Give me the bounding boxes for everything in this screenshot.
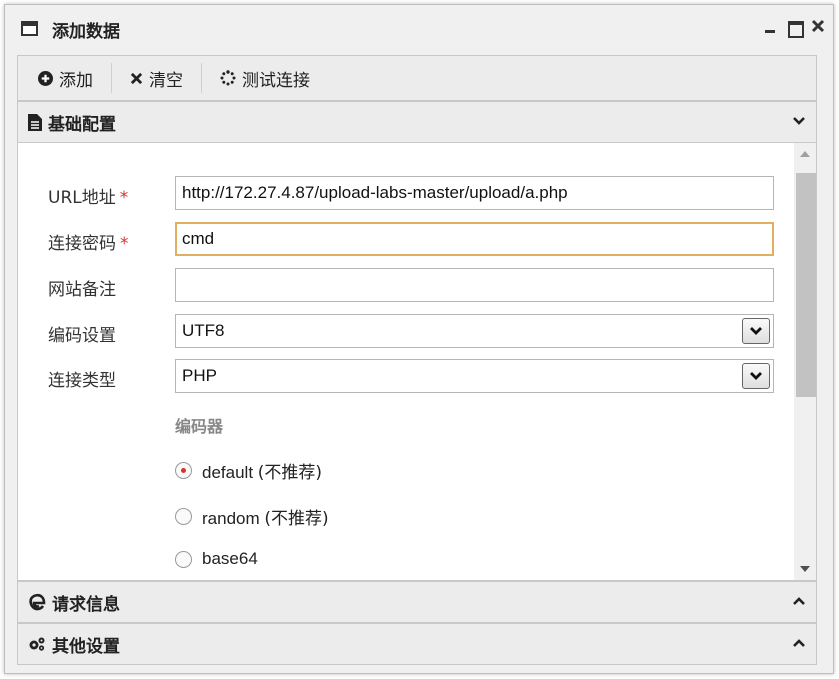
required-mark: * [119, 188, 129, 208]
radio-base64[interactable] [175, 550, 192, 568]
panel-basic-title: 基础配置 [48, 114, 116, 135]
close-button[interactable] [809, 17, 827, 37]
url-label: URL地址 * [48, 188, 129, 208]
test-connection-label: 测试连接 [242, 70, 310, 91]
chevron-down-icon [750, 327, 762, 335]
gears-icon [29, 637, 45, 651]
chevron-down-icon [750, 372, 762, 380]
panel-basic-config[interactable]: 基础配置 [17, 101, 817, 143]
panel-request-info[interactable]: 请求信息 [17, 581, 817, 623]
panel-other-title: 其他设置 [52, 636, 120, 657]
note-label: 网站备注 [48, 280, 116, 300]
encoding-select[interactable]: UTF8 [175, 314, 774, 348]
close-icon [130, 72, 143, 84]
radio-default[interactable] [175, 462, 192, 479]
spinner-icon [220, 70, 236, 86]
panel-request-title: 请求信息 [52, 594, 120, 615]
window-title: 添加数据 [52, 22, 120, 42]
url-input[interactable]: http://172.27.4.87/upload-labs-master/up… [175, 176, 774, 210]
clear-button-label: 清空 [149, 70, 183, 91]
toolbar: 添加 清空 测试连接 [17, 55, 817, 101]
scroll-down-arrow[interactable] [800, 566, 810, 572]
close-icon [811, 19, 825, 33]
password-label: 连接密码 * [48, 234, 129, 254]
edge-browser-icon [29, 593, 46, 611]
encoder-option-random[interactable]: random (不推荐) [175, 504, 329, 529]
encoding-row: 编码设置 UTF8 [18, 314, 788, 348]
maximize-button[interactable] [785, 17, 804, 38]
type-label: 连接类型 [48, 371, 116, 391]
encoder-heading: 编码器 [175, 417, 224, 436]
add-button-label: 添加 [59, 70, 93, 91]
encoder-option-default[interactable]: default (不推荐) [175, 458, 322, 483]
add-button[interactable]: 添加 [18, 63, 111, 93]
add-data-window: 添加数据 添加 清空 测试连接 基础配置 URL地址 * http://172.… [4, 4, 834, 674]
chevron-up-icon [793, 597, 805, 605]
password-input[interactable]: cmd [175, 222, 774, 256]
scroll-thumb[interactable] [796, 173, 816, 397]
chevron-down-icon [793, 117, 805, 125]
encoding-label: 编码设置 [48, 326, 116, 346]
chevron-up-icon [793, 639, 805, 647]
url-row: URL地址 * http://172.27.4.87/upload-labs-ma… [18, 176, 788, 210]
scroll-up-arrow[interactable] [800, 151, 810, 157]
password-row: 连接密码 * cmd [18, 222, 788, 256]
panel-other-settings[interactable]: 其他设置 [17, 623, 817, 665]
type-select[interactable]: PHP [175, 359, 774, 393]
title-bar[interactable]: 添加数据 [5, 5, 833, 49]
encoding-dropdown-button[interactable] [742, 318, 770, 344]
type-value: PHP [182, 366, 217, 385]
test-connection-button[interactable]: 测试连接 [202, 63, 328, 93]
note-input[interactable] [175, 268, 774, 302]
plus-circle-icon [38, 70, 53, 86]
type-dropdown-button[interactable] [742, 363, 770, 389]
encoder-option-base64[interactable]: base64 [175, 549, 258, 569]
radio-random[interactable] [175, 508, 192, 525]
type-row: 连接类型 PHP [18, 359, 788, 393]
minimize-button[interactable] [761, 17, 779, 37]
encoding-value: UTF8 [182, 321, 225, 340]
clear-button[interactable]: 清空 [112, 63, 201, 93]
note-row: 网站备注 [18, 268, 788, 302]
document-icon [28, 113, 42, 131]
vertical-scrollbar[interactable] [794, 143, 816, 580]
basic-config-body: URL地址 * http://172.27.4.87/upload-labs-ma… [17, 143, 817, 581]
window-icon [21, 21, 38, 36]
required-mark: * [120, 234, 129, 254]
